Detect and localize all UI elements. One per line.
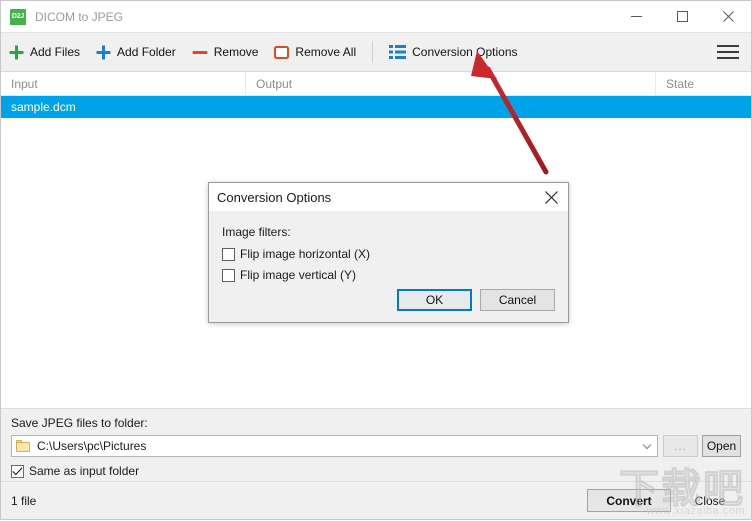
dialog-body: Image filters: Flip image horizontal (X)…: [209, 212, 568, 322]
remove-all-label: Remove All: [295, 45, 357, 59]
window-controls: [613, 1, 751, 32]
browse-folder-button[interactable]: ...: [663, 435, 698, 457]
output-folder-label: Save JPEG files to folder:: [11, 416, 148, 430]
plus-blue-icon: [96, 45, 111, 60]
same-as-input-row[interactable]: Same as input folder: [11, 464, 741, 478]
remove-all-button[interactable]: Remove All: [266, 33, 364, 71]
flip-horizontal-row[interactable]: Flip image horizontal (X): [222, 247, 555, 261]
flip-vertical-row[interactable]: Flip image vertical (Y): [222, 268, 555, 282]
hamburger-menu-icon[interactable]: [717, 45, 739, 59]
folder-icon: [16, 440, 30, 452]
app-window: D2J DICOM to JPEG Add Files Add Folder R…: [0, 0, 752, 520]
same-as-input-checkbox[interactable]: [11, 464, 24, 478]
add-folder-label: Add Folder: [117, 45, 176, 59]
maximize-icon[interactable]: [659, 1, 705, 32]
column-header-output[interactable]: Output: [246, 72, 656, 95]
add-folder-button[interactable]: Add Folder: [88, 33, 184, 71]
dialog-close-icon[interactable]: [534, 183, 568, 211]
list-blue-icon: [389, 45, 407, 59]
chevron-down-icon[interactable]: [637, 443, 657, 450]
dialog-buttons: OK Cancel: [397, 289, 555, 311]
plus-green-icon: [9, 45, 24, 60]
close-icon[interactable]: [705, 1, 751, 32]
minimize-icon[interactable]: [613, 1, 659, 32]
conversion-options-label: Conversion Options: [412, 45, 518, 59]
output-path-row: C:\Users\pc\Pictures ... Open: [11, 435, 741, 457]
conversion-options-dialog: Conversion Options Image filters: Flip i…: [208, 182, 569, 323]
output-path-combobox[interactable]: C:\Users\pc\Pictures: [11, 435, 658, 457]
cell-input: sample.dcm: [11, 100, 76, 114]
dialog-title: Conversion Options: [217, 189, 332, 205]
open-folder-button[interactable]: Open: [702, 435, 741, 457]
main-toolbar: Add Files Add Folder Remove Remove All C…: [1, 32, 751, 72]
conversion-options-button[interactable]: Conversion Options: [381, 33, 525, 71]
remove-label: Remove: [213, 45, 259, 59]
add-files-button[interactable]: Add Files: [1, 33, 88, 71]
output-folder-panel: Save JPEG files to folder: C:\Users\pc\P…: [1, 409, 751, 481]
flip-horizontal-checkbox[interactable]: [222, 247, 235, 261]
dialog-title-bar: Conversion Options: [209, 183, 568, 212]
flip-vertical-checkbox[interactable]: [222, 268, 235, 282]
toolbar-separator: [372, 41, 374, 63]
square-red-icon: [274, 45, 290, 60]
close-button[interactable]: Close: [679, 489, 741, 512]
column-header-input[interactable]: Input: [1, 72, 246, 95]
dialog-ok-button[interactable]: OK: [397, 289, 472, 311]
flip-horizontal-label: Flip image horizontal (X): [240, 247, 371, 261]
dialog-cancel-button[interactable]: Cancel: [480, 289, 555, 311]
table-row[interactable]: sample.dcm: [1, 96, 751, 118]
status-bar: 1 file Convert Close: [1, 481, 751, 519]
remove-button[interactable]: Remove: [184, 33, 267, 71]
file-list-header: Input Output State: [1, 72, 751, 96]
file-count-label: 1 file: [11, 493, 37, 508]
column-header-state[interactable]: State: [656, 72, 751, 95]
dash-red-icon: [192, 45, 208, 60]
add-files-label: Add Files: [30, 45, 81, 59]
image-filters-label: Image filters:: [222, 225, 291, 239]
title-bar: D2J DICOM to JPEG: [1, 1, 751, 32]
same-as-input-label: Same as input folder: [29, 464, 140, 478]
flip-vertical-label: Flip image vertical (Y): [240, 268, 357, 282]
app-icon: D2J: [10, 8, 26, 25]
convert-button[interactable]: Convert: [587, 489, 671, 512]
output-path-value: C:\Users\pc\Pictures: [37, 439, 147, 453]
window-title: DICOM to JPEG: [35, 9, 124, 24]
